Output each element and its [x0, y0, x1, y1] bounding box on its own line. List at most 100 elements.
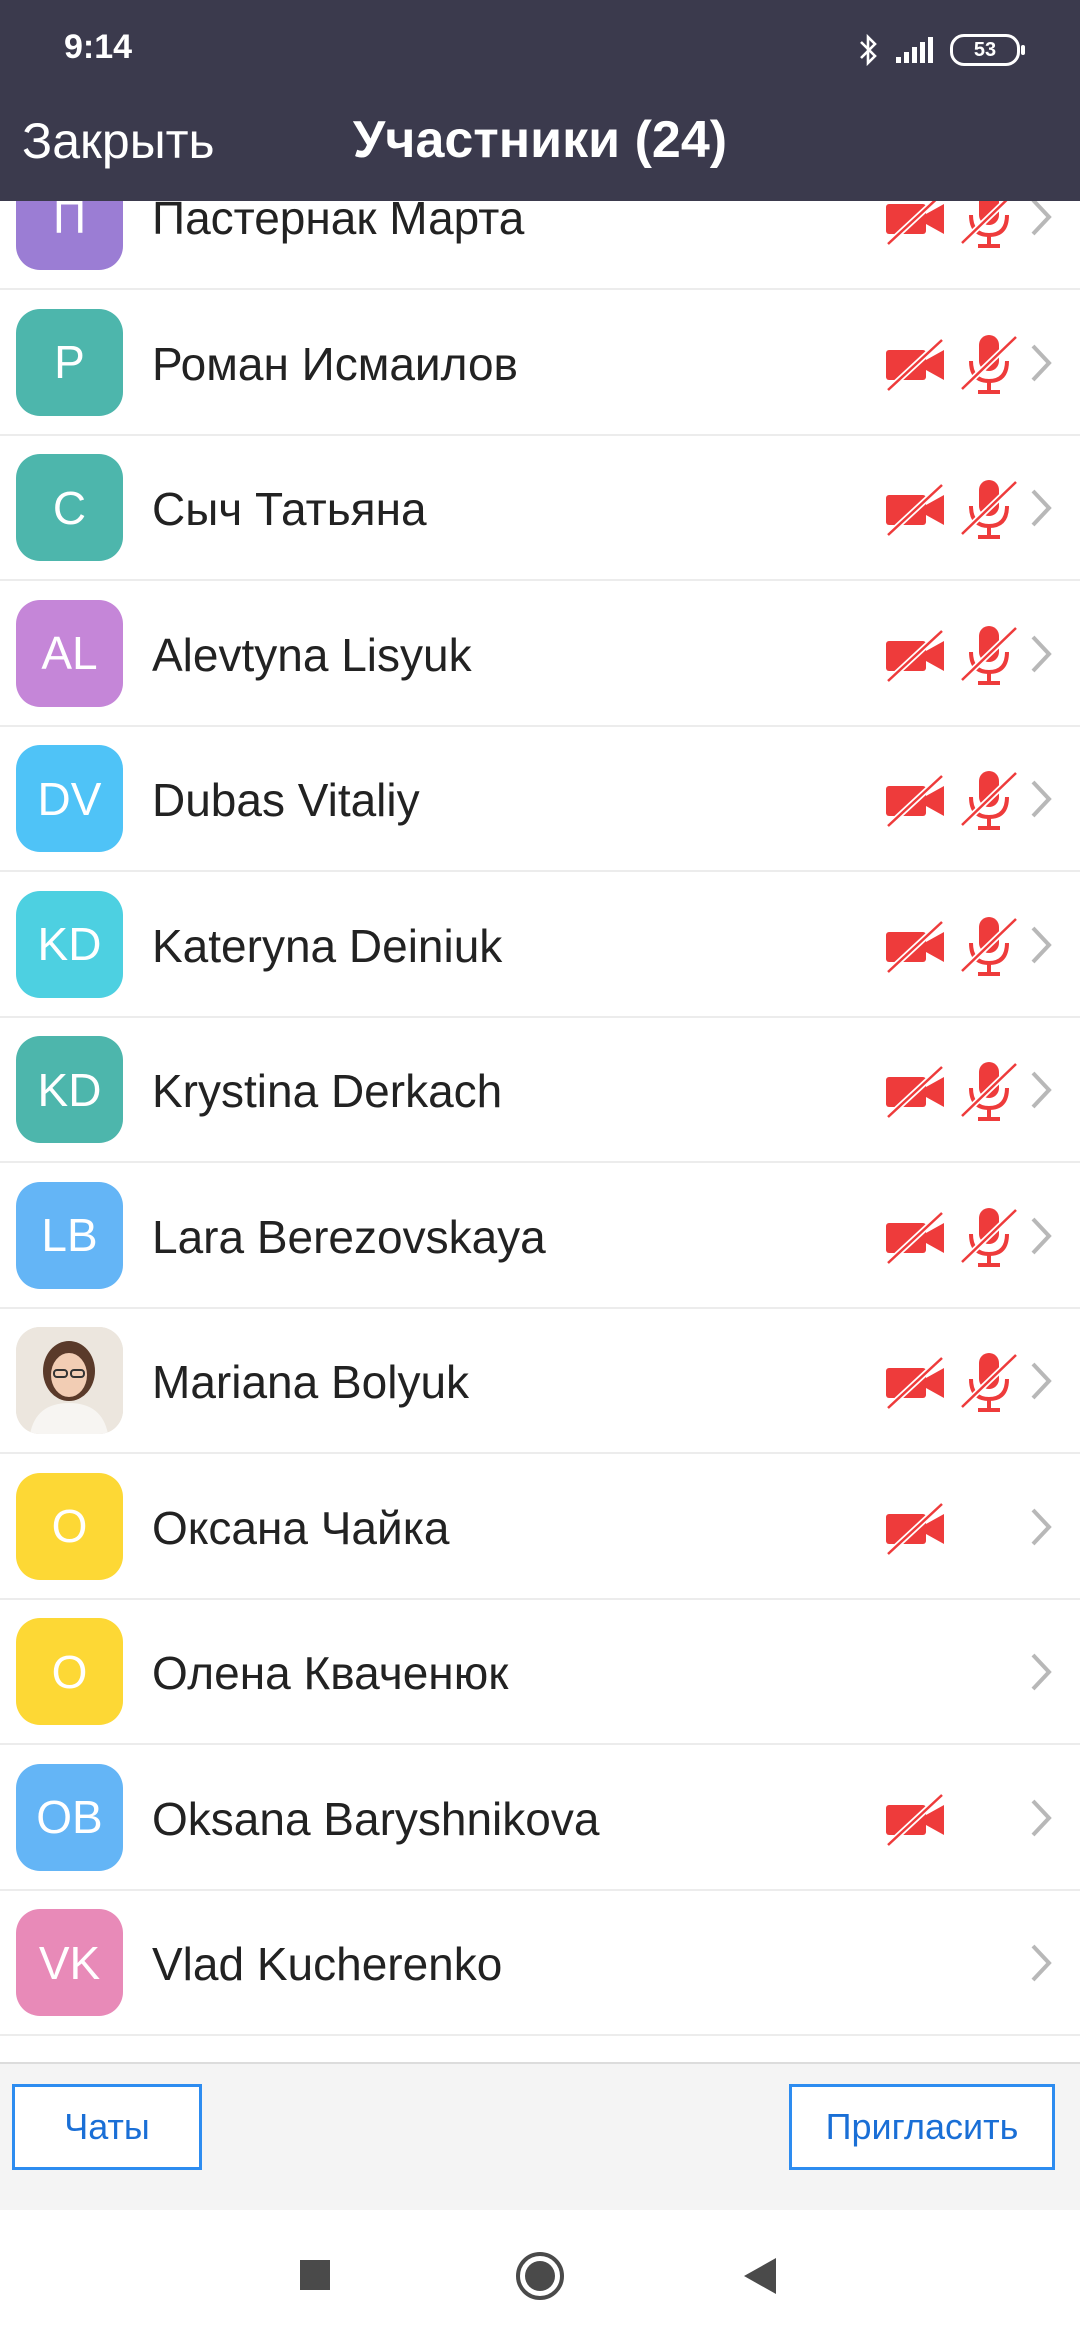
mic-muted-icon: [959, 476, 1019, 542]
participant-row[interactable]: O Оксана Чайка: [0, 1455, 1080, 1600]
avatar-initials: О: [51, 1645, 88, 1698]
chevron-right-icon[interactable]: [1028, 1797, 1054, 1839]
chevron-right-icon[interactable]: [1028, 487, 1054, 529]
invite-button[interactable]: Пригласить: [789, 2084, 1055, 2170]
chevron-right-icon[interactable]: [1028, 1651, 1054, 1693]
participant-name: Роман Исмаилов: [152, 337, 518, 390]
participant-row[interactable]: VK Vlad Kucherenko: [0, 1891, 1080, 2036]
participant-row[interactable]: LB Lara Berezovskaya: [0, 1164, 1080, 1309]
video-off-icon: [882, 1354, 948, 1411]
participant-name: Dubas Vitaliy: [152, 774, 420, 826]
bottom-bar: Чаты Пригласить: [0, 2062, 1080, 2210]
chevron-right-icon[interactable]: [1028, 342, 1054, 384]
avatar-initials: Р: [54, 336, 85, 388]
avatar-initials: VK: [38, 1936, 101, 1989]
avatar-initials: DV: [37, 772, 102, 825]
avatar: VK: [16, 1909, 123, 2016]
avatar-initials: OB: [36, 1791, 103, 1843]
chevron-right-icon[interactable]: [1028, 1069, 1054, 1111]
page-title: Участники (24): [352, 111, 728, 169]
chevron-right-icon[interactable]: [1028, 778, 1054, 820]
signal-icon: [896, 37, 933, 63]
chevron-right-icon[interactable]: [1028, 1506, 1054, 1548]
chevron-right-icon[interactable]: [1028, 924, 1054, 966]
recent-apps-icon[interactable]: [298, 2258, 332, 2292]
chats-button[interactable]: Чаты: [12, 2084, 202, 2170]
avatar: Р: [16, 308, 123, 416]
chevron-right-icon[interactable]: [1028, 1360, 1054, 1402]
mic-muted-icon: [959, 1204, 1019, 1270]
participant-row[interactable]: KD Kateryna Deiniuk: [0, 873, 1080, 1018]
participant-name: Krystina Derkach: [152, 1065, 503, 1117]
video-off-icon: [882, 336, 948, 392]
avatar-initials: AL: [41, 627, 98, 679]
video-off-icon: [882, 1500, 948, 1556]
participant-row[interactable]: Р Роман Исмаилов: [0, 291, 1080, 436]
mic-muted-icon: [959, 331, 1019, 397]
participant-name: Alevtyna Lisyuk: [152, 628, 472, 681]
participant-name: Kateryna Deiniuk: [152, 919, 503, 972]
mic-muted-icon: [959, 767, 1019, 833]
avatar: O: [16, 1472, 123, 1580]
mic-muted-icon: [959, 1349, 1019, 1415]
video-off-icon: [882, 627, 948, 683]
bluetooth-icon: [860, 33, 877, 67]
chevron-right-icon[interactable]: [1028, 1942, 1054, 1984]
chevron-right-icon[interactable]: [1028, 1215, 1054, 1257]
avatar-initials: С: [52, 481, 87, 534]
top-bar: 9:14 53 Закрыть Участники (24): [0, 0, 1080, 201]
participant-row[interactable]: OB Oksana Baryshnikova: [0, 1746, 1080, 1891]
participant-row[interactable]: П Пастернак Марта: [0, 201, 1080, 290]
avatar: [16, 1327, 123, 1434]
video-off-icon: [882, 481, 948, 538]
avatar: OB: [16, 1763, 123, 1871]
avatar: KD: [16, 1036, 123, 1143]
participant-name: Mariana Bolyuk: [152, 1356, 470, 1408]
participant-name: Олена Кваченюк: [152, 1647, 509, 1699]
participant-name: Vlad Kucherenko: [152, 1938, 503, 1990]
video-off-icon: [882, 201, 948, 247]
avatar: П: [16, 201, 123, 270]
participant-name: Lara Berezovskaya: [152, 1210, 546, 1263]
participant-row[interactable]: AL Alevtyna Lisyuk: [0, 582, 1080, 727]
system-nav-bar: [0, 2210, 1080, 2340]
mic-muted-icon: [959, 622, 1019, 688]
battery-icon: 53: [950, 34, 1025, 66]
video-off-icon: [882, 1209, 948, 1265]
avatar-initials: KD: [37, 1063, 102, 1116]
back-icon[interactable]: [742, 2256, 778, 2296]
participant-row[interactable]: С Сыч Татьяна: [0, 436, 1080, 581]
video-off-icon: [882, 1063, 948, 1120]
mic-muted-icon: [959, 1058, 1019, 1124]
avatar: KD: [16, 890, 123, 998]
avatar: О: [16, 1618, 123, 1725]
participant-list[interactable]: П Пастернак Марта Р Роман Исмаилов С Сыч…: [0, 201, 1080, 2061]
battery-level: 53: [973, 38, 997, 61]
chevron-right-icon[interactable]: [1028, 633, 1054, 675]
mic-muted-icon: [959, 913, 1019, 979]
participant-name: Пастернак Марта: [152, 201, 525, 244]
avatar: DV: [16, 745, 123, 852]
video-off-icon: [882, 1791, 948, 1847]
status-time: 9:14: [64, 28, 133, 66]
avatar-initials: O: [51, 1500, 88, 1552]
avatar: LB: [16, 1181, 123, 1289]
participant-row[interactable]: Mariana Bolyuk: [0, 1309, 1080, 1454]
participant-row[interactable]: KD Krystina Derkach: [0, 1018, 1080, 1163]
video-off-icon: [882, 918, 948, 974]
mic-muted-icon: [959, 201, 1018, 251]
participant-row[interactable]: DV Dubas Vitaliy: [0, 727, 1080, 872]
participant-name: Oksana Baryshnikova: [152, 1792, 600, 1845]
participant-name: Оксана Чайка: [152, 1501, 450, 1554]
video-off-icon: [882, 772, 948, 829]
avatar-initials: LB: [41, 1209, 98, 1261]
avatar: AL: [16, 599, 123, 707]
home-icon[interactable]: [514, 2250, 566, 2302]
status-icons: 53: [858, 28, 1025, 72]
avatar-initials: KD: [37, 918, 102, 970]
participant-name: Сыч Татьяна: [152, 483, 427, 535]
avatar-initials: П: [52, 201, 87, 243]
participant-row[interactable]: О Олена Кваченюк: [0, 1600, 1080, 1745]
avatar: С: [16, 454, 123, 561]
chevron-right-icon[interactable]: [1028, 201, 1054, 238]
